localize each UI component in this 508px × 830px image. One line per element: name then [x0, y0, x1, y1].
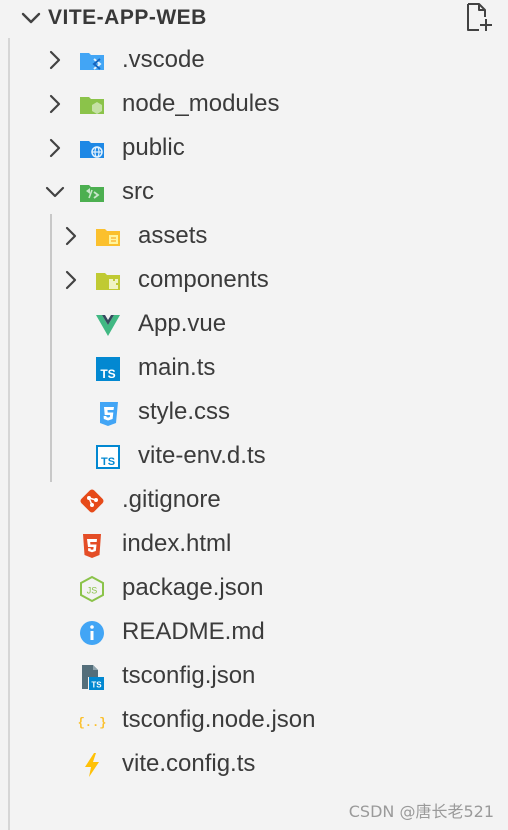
tree-item-readme[interactable]: README.md	[10, 610, 508, 654]
tree-item-label: index.html	[122, 530, 232, 557]
tree-item-public[interactable]: public	[10, 126, 508, 170]
tree-item-label: README.md	[122, 618, 265, 645]
svg-text:TS: TS	[100, 367, 115, 381]
new-file-icon[interactable]	[462, 0, 496, 34]
explorer-header[interactable]: VITE-APP-WEB	[0, 0, 508, 38]
tree-item-main-ts[interactable]: TS main.ts	[10, 346, 508, 390]
tree-item-label: node_modules	[122, 90, 280, 117]
tree-item-vite-config[interactable]: vite.config.ts	[10, 742, 508, 786]
file-tree: .vscode node_modules public src assets c…	[8, 38, 508, 830]
tree-item-index-html[interactable]: index.html	[10, 522, 508, 566]
folder-src-open-icon	[80, 185, 104, 202]
tree-item-src[interactable]: src	[10, 170, 508, 214]
tree-item-style-css[interactable]: style.css	[10, 390, 508, 434]
chevron-right-icon[interactable]	[42, 47, 68, 73]
vue-file-icon	[96, 315, 120, 336]
chevron-right-icon[interactable]	[42, 91, 68, 117]
info-icon	[80, 621, 104, 645]
json-icon: {..}	[78, 716, 106, 730]
svg-text:TS: TS	[91, 681, 102, 690]
chevron-down-icon[interactable]	[18, 5, 44, 31]
folder-components-icon	[96, 273, 120, 290]
folder-public-icon	[80, 141, 104, 158]
tree-item-label: main.ts	[138, 354, 216, 381]
git-icon	[80, 489, 104, 513]
tree-item-tsconfig[interactable]: TS tsconfig.json	[10, 654, 508, 698]
folder-vscode-icon	[80, 53, 104, 70]
tree-item-node-modules[interactable]: node_modules	[10, 82, 508, 126]
tree-item-label: vite.config.ts	[122, 750, 256, 777]
svg-text:{..}: {..}	[78, 716, 106, 730]
tsconfig-icon: TS	[82, 665, 104, 690]
chevron-right-icon[interactable]	[58, 267, 84, 293]
tree-item-label: tsconfig.node.json	[122, 706, 316, 733]
project-title[interactable]: VITE-APP-WEB	[48, 4, 207, 32]
tree-item-label: src	[122, 178, 154, 205]
tree-item-vscode[interactable]: .vscode	[10, 38, 508, 82]
tree-item-label: App.vue	[138, 310, 227, 337]
folder-node-icon	[80, 97, 104, 114]
tree-item-package-json[interactable]: JS package.json	[10, 566, 508, 610]
tree-item-assets[interactable]: assets	[10, 214, 508, 258]
tree-item-label: style.css	[138, 398, 231, 425]
chevron-down-icon[interactable]	[42, 179, 68, 205]
svg-text:JS: JS	[87, 586, 98, 596]
vite-lightning-icon	[85, 753, 99, 777]
tree-item-label: .vscode	[122, 46, 205, 73]
folder-assets-icon	[96, 229, 120, 246]
html-file-icon	[83, 534, 101, 558]
chevron-right-icon[interactable]	[58, 223, 84, 249]
tree-item-label: tsconfig.json	[122, 662, 256, 689]
css-file-icon	[100, 402, 118, 426]
tree-item-components[interactable]: components	[10, 258, 508, 302]
explorer-panel: VITE-APP-WEB .vscode node_modules public…	[0, 0, 508, 830]
typescript-file-icon: TS	[96, 357, 120, 381]
tree-item-label: public	[122, 134, 185, 161]
tree-item-vite-env[interactable]: TS vite-env.d.ts	[10, 434, 508, 478]
tree-item-gitignore[interactable]: .gitignore	[10, 478, 508, 522]
watermark: CSDN @唐长老521	[348, 802, 494, 821]
nodejs-icon: JS	[80, 575, 104, 603]
tree-item-app-vue[interactable]: App.vue	[10, 302, 508, 346]
tree-item-label: assets	[138, 222, 208, 249]
svg-text:TS: TS	[101, 456, 115, 468]
tree-item-label: components	[138, 266, 269, 293]
tree-item-tsconfig-node[interactable]: {..} tsconfig.node.json	[10, 698, 508, 742]
tree-item-label: vite-env.d.ts	[138, 442, 266, 469]
chevron-right-icon[interactable]	[42, 135, 68, 161]
tree-item-label: package.json	[122, 574, 264, 601]
tree-item-label: .gitignore	[122, 486, 221, 513]
typescript-def-icon: TS	[96, 445, 120, 469]
